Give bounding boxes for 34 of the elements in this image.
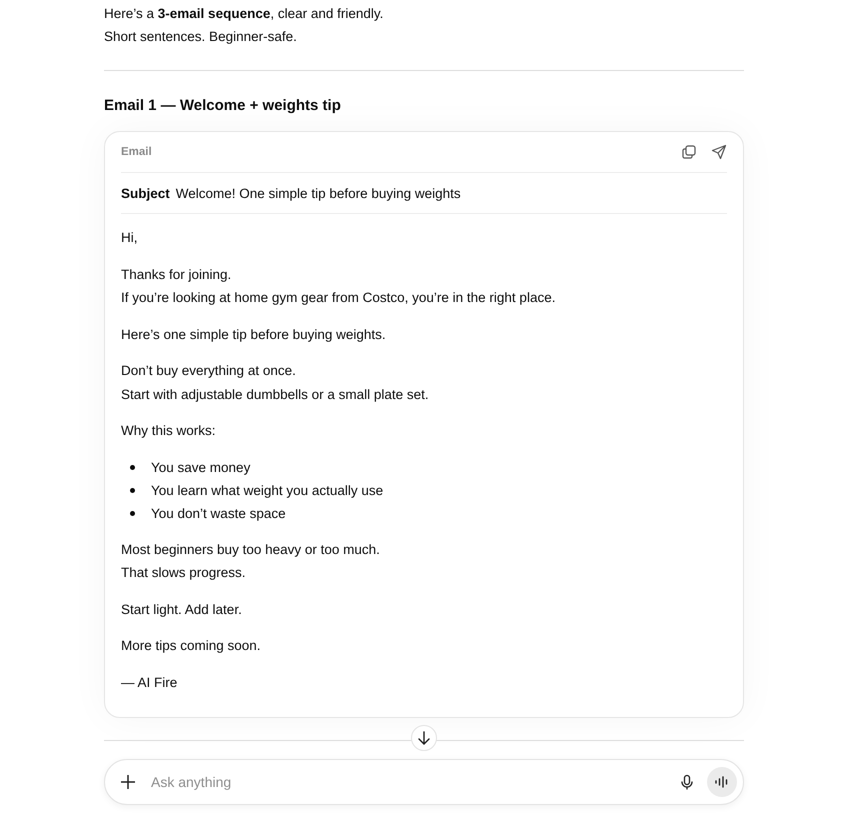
subject-text: Welcome! One simple tip before buying weights	[176, 186, 461, 200]
body-text: If you’re looking at home gym gear from Costco, you’re in the right place.	[121, 289, 556, 307]
scroll-down-button[interactable]	[411, 725, 437, 751]
body-text: Here’s one simple tip before buying weights.	[121, 326, 387, 344]
body-text: Why this works:	[121, 422, 217, 440]
arrow-down-icon	[417, 731, 431, 745]
body-text: That slows progress.	[121, 564, 247, 582]
email-heading: Email 1 — Welcome + weights tip	[104, 96, 342, 116]
intro-text: Short sentences. Beginner-safe.	[104, 28, 298, 46]
bullet-icon	[130, 510, 135, 516]
voice-button[interactable]	[707, 767, 737, 797]
list-item: You learn what weight you actually use	[151, 482, 384, 500]
waveform-icon	[715, 776, 729, 788]
body-text: Don’t buy everything at once.	[121, 362, 297, 380]
body-text: — AI Fire	[121, 674, 178, 692]
copy-icon[interactable]	[681, 144, 697, 160]
composer-field[interactable]: Ask anything	[104, 759, 744, 805]
subject-label: Subject	[121, 186, 170, 200]
send-icon[interactable]	[711, 144, 727, 160]
body-text: Start with adjustable dumbbells or a small plate set.	[121, 386, 430, 404]
body-text: More tips coming soon.	[121, 637, 262, 655]
plus-icon[interactable]	[119, 773, 137, 791]
body-text: Thanks for joining.	[121, 266, 232, 284]
body-text: Most beginners buy too heavy or too much.	[121, 540, 381, 559]
body-text: Start light. Add later.	[121, 600, 243, 619]
microphone-icon[interactable]	[679, 774, 695, 790]
bullet-icon	[130, 464, 135, 470]
list-item: You don’t waste space	[151, 504, 286, 523]
card-label: Email	[121, 146, 153, 158]
list-item: You save money	[151, 458, 250, 477]
message-field[interactable]: Ask anything	[149, 773, 679, 791]
body-text: Hi,	[121, 229, 138, 247]
bullet-icon	[130, 488, 135, 492]
intro-text: Here’s a 3-email sequence, clear and friendly.	[104, 5, 384, 23]
